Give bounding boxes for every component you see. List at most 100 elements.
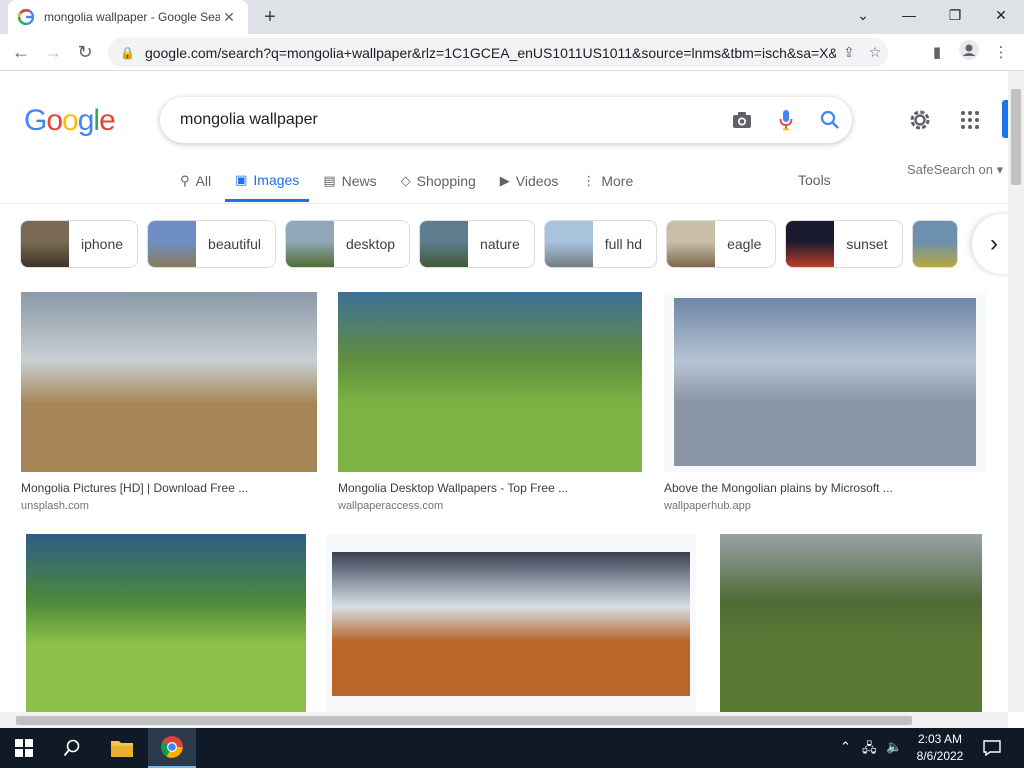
taskbar-clock[interactable]: 2:03 AM 8/6/2022 [912,731,968,765]
restore-button[interactable]: ❐ [932,0,978,30]
tab-images[interactable]: ▣ Images [225,160,310,202]
tab-shopping[interactable]: ◇ Shopping [401,160,476,202]
lock-icon[interactable]: 🔒 [120,46,135,60]
safesearch-toggle[interactable]: SafeSearch on ▾ [907,162,1003,178]
vertical-scroll-thumb[interactable] [1011,89,1021,185]
search-input[interactable]: mongolia wallpaper [180,111,720,129]
back-button[interactable]: ← [9,40,33,64]
new-tab-button[interactable]: + [258,6,282,28]
result-title[interactable]: Above the Mongolian plains by Microsoft … [664,481,986,495]
tab-label: News [341,173,377,189]
tab-close-icon[interactable]: ✕ [220,9,238,26]
image-result[interactable]: Mongolia Desktop Wallpapers - Top Free .… [338,292,642,512]
result-title[interactable]: Mongolia Desktop Wallpapers - Top Free .… [338,481,642,495]
profile-avatar-icon[interactable] [956,40,982,66]
horizontal-scrollbar[interactable] [0,712,1008,728]
chip-label: sunset [846,236,888,252]
chip-sunset[interactable]: sunset [785,220,903,268]
result-source[interactable]: unsplash.com [21,500,317,512]
forward-button[interactable]: → [41,40,65,64]
tab-label: Images [253,171,300,188]
chip-partial[interactable] [911,220,958,268]
browser-tab-strip: mongolia wallpaper - Google Search ✕ + ⌄… [0,0,1024,34]
chip-label: iphone [81,236,124,252]
tools-button[interactable]: Tools [798,172,831,188]
logo-letter: g [77,104,95,137]
chip-full-hd[interactable]: full hd [543,220,658,268]
landscape-photo [26,534,306,712]
side-panel-icon[interactable]: ▮ [924,40,950,66]
chip-beautiful[interactable]: beautiful [147,220,276,268]
result-source[interactable]: wallpaperhub.app [664,500,986,512]
horizontal-scroll-thumb[interactable] [16,716,912,725]
result-image[interactable] [21,534,311,712]
landscape-photo [21,292,317,472]
chip-thumbnail [544,221,593,267]
result-image[interactable] [326,534,696,712]
chrome-taskbar-icon[interactable] [148,728,196,768]
bookmark-star-icon[interactable]: ☆ [862,44,888,61]
tab-all[interactable]: ⚲ All [180,160,211,202]
volume-icon[interactable]: 🔈 [886,739,902,755]
browser-menu-icon[interactable]: ⋮ [988,40,1014,66]
tab-search-icon[interactable]: ⌄ [840,0,886,30]
network-icon[interactable]: 🖧 [862,739,877,761]
camera-search-icon[interactable] [720,98,764,142]
share-icon[interactable]: ⇪ [836,44,862,61]
landscape-photo [332,552,690,696]
settings-gear-icon[interactable] [906,106,934,134]
chip-thumbnail [148,221,197,267]
search-box[interactable]: mongolia wallpaper [160,97,852,143]
search-icon[interactable] [808,98,852,142]
google-logo[interactable]: Google [24,104,116,138]
tab-videos[interactable]: ▶ Videos [500,160,559,202]
chip-thumbnail [285,221,334,267]
browser-toolbar: ← → ↻ 🔒 google.com/search?q=mongolia+wal… [0,34,1024,71]
result-image[interactable] [720,534,982,712]
close-window-button[interactable]: ✕ [978,0,1024,30]
notifications-icon[interactable] [968,728,1016,768]
image-result[interactable]: Above the Mongolian plains by Microsoft … [664,292,986,512]
result-source[interactable]: wallpaperaccess.com [338,500,642,512]
tab-more[interactable]: ⋮ More [582,160,633,202]
tab-news[interactable]: ▤ News [323,160,376,202]
chip-nature[interactable]: nature [419,220,535,268]
result-title[interactable]: Mongolia Pictures [HD] | Download Free .… [21,481,317,495]
chip-thumbnail [21,221,69,267]
tab-label: Shopping [416,173,476,189]
chip-label: beautiful [208,236,261,252]
vertical-scrollbar[interactable] [1008,71,1024,712]
result-image[interactable] [664,292,986,472]
chip-label: desktop [345,236,396,252]
chip-iphone[interactable]: iphone [20,220,139,268]
address-bar[interactable]: 🔒 google.com/search?q=mongolia+wallpaper… [108,38,888,67]
windows-taskbar: ⌃ 🖧 🔈 2:03 AM 8/6/2022 [0,728,1024,768]
voice-search-icon[interactable] [764,98,808,142]
url-text[interactable]: google.com/search?q=mongolia+wallpaper&r… [145,45,836,61]
chip-eagle[interactable]: eagle [666,220,777,268]
file-explorer-icon[interactable] [98,728,146,768]
chip-thumbnail [912,221,957,267]
minimize-button[interactable]: — [886,0,932,30]
logo-letter: o [62,104,79,137]
reload-button[interactable]: ↻ [73,40,97,64]
header-divider [0,203,1008,204]
image-result[interactable]: Mongolia Pictures [HD] | Download Free .… [21,292,317,512]
tray-chevron-up-icon[interactable]: ⌃ [840,739,851,755]
search-type-tabs: ⚲ All ▣ Images ▤ News ◇ Shopping ▶ Videos ⋮ Mo… [180,160,657,204]
image-result[interactable] [326,534,696,712]
image-result[interactable] [21,534,311,712]
browser-tab[interactable]: mongolia wallpaper - Google Search ✕ [8,0,248,34]
taskbar-search-icon[interactable] [48,728,96,768]
image-result[interactable] [720,534,982,712]
images-icon: ▣ [235,171,248,187]
tab-title: mongolia wallpaper - Google Search [44,10,220,24]
result-image[interactable] [21,292,317,472]
chip-desktop[interactable]: desktop [284,220,411,268]
logo-letter: o [46,104,63,137]
tab-label: All [195,173,212,189]
landscape-photo [674,298,976,466]
windows-start-icon[interactable] [0,728,48,768]
google-apps-grid-icon[interactable] [956,106,984,134]
result-image[interactable] [338,292,642,472]
